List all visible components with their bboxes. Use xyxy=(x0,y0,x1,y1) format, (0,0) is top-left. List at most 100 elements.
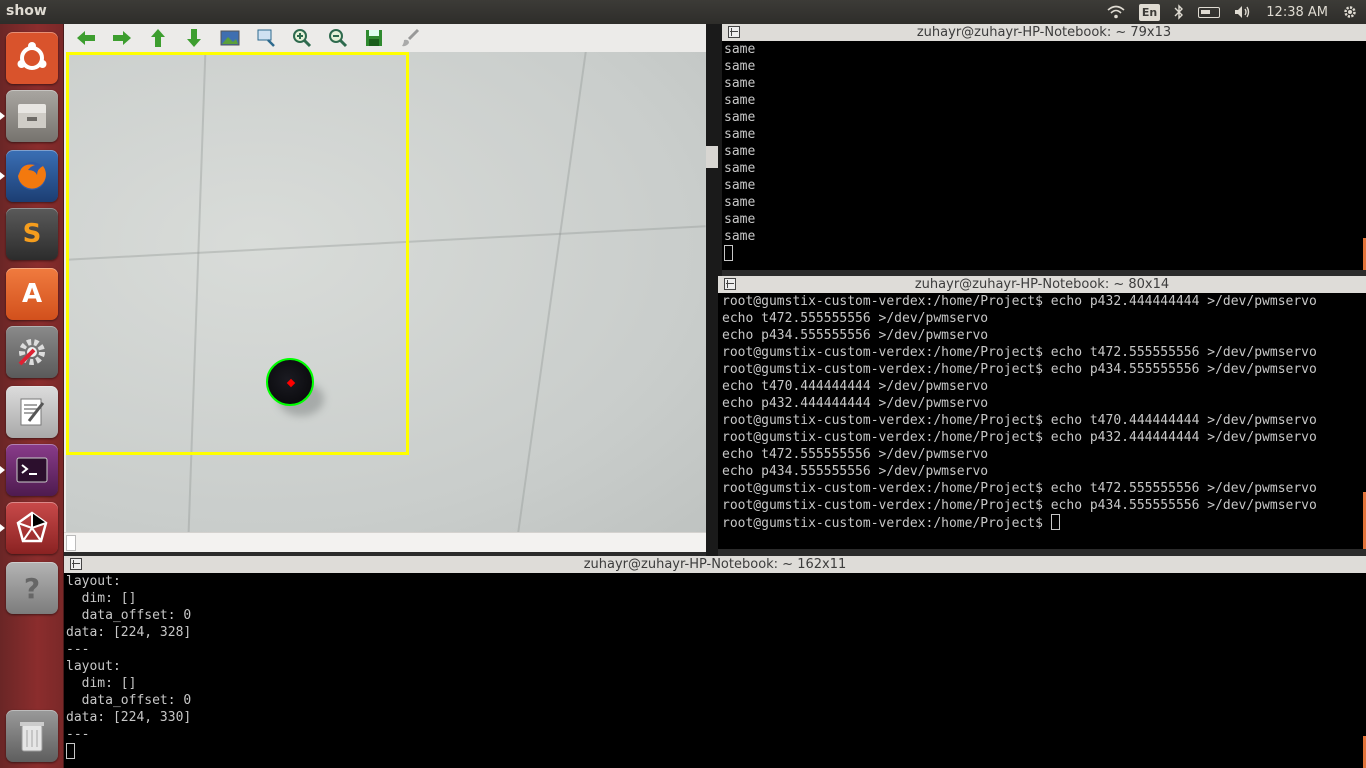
unity-launcher: S A ? xyxy=(0,24,64,768)
forward-arrow-icon[interactable] xyxy=(108,26,136,50)
terminal-1-output[interactable]: same same same same same same same same same same… xyxy=(722,41,1366,270)
terminal-line: same xyxy=(724,161,756,176)
terminal-line: echo t470.444444444 >/dev/pwmservo xyxy=(722,379,989,394)
running-indicator xyxy=(0,466,5,474)
terminal-line: layout: xyxy=(66,659,121,674)
terminal-window-1[interactable]: zuhayr@zuhayr-HP-Notebook: ~ 79x13 same s… xyxy=(722,24,1366,270)
wifi-icon[interactable] xyxy=(1107,3,1125,21)
terminal-line: echo p432.444444444 >/dev/pwmservo xyxy=(722,396,989,411)
terminal-line: data_offset: 0 xyxy=(66,693,192,708)
terminal-line: same xyxy=(724,195,756,210)
terminal-line: same xyxy=(724,110,756,125)
terminal-line: same xyxy=(724,212,756,227)
tracked-ball xyxy=(266,358,314,406)
terminal-line: same xyxy=(724,93,756,108)
active-app-title: show xyxy=(6,3,47,19)
text-editor-icon[interactable] xyxy=(6,386,58,438)
terminal-line: root@gumstix-custom-verdex:/home/Project… xyxy=(722,294,1317,309)
battery-icon[interactable] xyxy=(1198,3,1221,21)
window-menu-icon[interactable] xyxy=(70,558,82,570)
terminal-window-2[interactable]: zuhayr@zuhayr-HP-Notebook: ~ 80x14 root@… xyxy=(718,276,1366,549)
terminal-line: root@gumstix-custom-verdex:/home/Project… xyxy=(722,498,1317,513)
files-icon[interactable] xyxy=(6,90,58,142)
terminal-line: same xyxy=(724,59,756,74)
settings-gear-icon[interactable] xyxy=(1342,3,1358,21)
help-glyph: ? xyxy=(23,571,41,605)
terminal-line: dim: [] xyxy=(66,676,137,691)
terminal-line: echo p434.555555556 >/dev/pwmservo xyxy=(722,464,989,479)
back-arrow-icon[interactable] xyxy=(72,26,100,50)
window-menu-icon[interactable] xyxy=(724,278,736,290)
volume-icon[interactable] xyxy=(1234,3,1252,21)
window-edge xyxy=(706,146,718,168)
terminal-2-title: zuhayr@zuhayr-HP-Notebook: ~ 80x14 xyxy=(914,277,1170,292)
terminal-line: dim: [] xyxy=(66,591,137,606)
bluetooth-icon[interactable] xyxy=(1174,3,1184,21)
clock[interactable]: 12:38 AM xyxy=(1266,3,1328,21)
terminal-cursor xyxy=(1050,514,1060,530)
terminal-line: root@gumstix-custom-verdex:/home/Project… xyxy=(722,481,1317,496)
terminal-line: data_offset: 0 xyxy=(66,608,192,623)
keyboard-language-indicator[interactable]: En xyxy=(1138,3,1161,21)
terminal-line: --- xyxy=(66,727,90,742)
terminal-line: root@gumstix-custom-verdex:/home/Project… xyxy=(722,430,1317,445)
image-viewer-window xyxy=(64,24,706,552)
down-arrow-icon[interactable] xyxy=(180,26,208,50)
terminal-3-titlebar[interactable]: zuhayr@zuhayr-HP-Notebook: ~ 162x11 xyxy=(64,556,1366,573)
terminal-line: echo p434.555555556 >/dev/pwmservo xyxy=(722,328,989,343)
indicator-area: En 12:38 AM xyxy=(1107,0,1358,24)
terminal-cursor-line xyxy=(724,245,1366,263)
camera-image[interactable] xyxy=(66,52,706,532)
sublime-glyph: S xyxy=(22,219,42,249)
terminal-cursor-line xyxy=(66,743,1366,761)
terminal-line: echo t472.555555556 >/dev/pwmservo xyxy=(722,447,989,462)
software-center-glyph: A xyxy=(21,279,43,309)
terminal-3-title: zuhayr@zuhayr-HP-Notebook: ~ 162x11 xyxy=(583,557,847,572)
window-menu-icon[interactable] xyxy=(728,26,740,38)
help-icon[interactable]: ? xyxy=(6,562,58,614)
terminal-prompt: root@gumstix-custom-verdex:/home/Project… xyxy=(722,516,1051,531)
top-panel: show En 12:38 AM xyxy=(0,0,1366,24)
terminal-line: same xyxy=(724,229,756,244)
viewer-statusbar xyxy=(64,532,706,552)
firefox-icon[interactable] xyxy=(6,150,58,202)
zoom-fit-icon[interactable] xyxy=(252,26,280,50)
running-indicator xyxy=(0,172,5,180)
running-indicator xyxy=(0,524,5,532)
zoom-in-icon[interactable] xyxy=(288,26,316,50)
brush-icon[interactable] xyxy=(396,26,424,50)
floor-tile-seam xyxy=(517,52,587,532)
system-settings-icon[interactable] xyxy=(6,326,58,378)
ubuntu-dash-icon[interactable] xyxy=(6,32,58,84)
desktop-gap xyxy=(706,276,718,556)
terminal-2-output[interactable]: root@gumstix-custom-verdex:/home/Project… xyxy=(718,293,1366,549)
terminal-line: root@gumstix-custom-verdex:/home/Project… xyxy=(722,345,1317,360)
zoom-out-icon[interactable] xyxy=(324,26,352,50)
terminal-2-titlebar[interactable]: zuhayr@zuhayr-HP-Notebook: ~ 80x14 xyxy=(718,276,1366,293)
terminal-line: same xyxy=(724,127,756,142)
running-indicator xyxy=(0,112,5,120)
terminal-1-titlebar[interactable]: zuhayr@zuhayr-HP-Notebook: ~ 79x13 xyxy=(722,24,1366,41)
terminal-window-3[interactable]: zuhayr@zuhayr-HP-Notebook: ~ 162x11 layo… xyxy=(64,556,1366,768)
terminal-icon[interactable] xyxy=(6,444,58,496)
tracking-roi-box xyxy=(66,52,409,455)
terminal-line: root@gumstix-custom-verdex:/home/Project… xyxy=(722,413,1317,428)
trash-icon[interactable] xyxy=(6,710,58,762)
viewer-toolbar xyxy=(64,24,706,52)
terminal-line: root@gumstix-custom-verdex:/home/Project… xyxy=(722,362,1317,377)
terminal-line: same xyxy=(724,144,756,159)
network-app-icon[interactable] xyxy=(6,502,58,554)
sublime-text-icon[interactable]: S xyxy=(6,208,58,260)
terminal-line: layout: xyxy=(66,574,121,589)
status-field xyxy=(66,535,76,551)
up-arrow-icon[interactable] xyxy=(144,26,172,50)
image-icon[interactable] xyxy=(216,26,244,50)
terminal-line: --- xyxy=(66,642,90,657)
save-icon[interactable] xyxy=(360,26,388,50)
terminal-1-title: zuhayr@zuhayr-HP-Notebook: ~ 79x13 xyxy=(916,25,1172,40)
terminal-line: same xyxy=(724,42,756,57)
software-center-icon[interactable]: A xyxy=(6,268,58,320)
terminal-3-output[interactable]: layout: dim: [] data_offset: 0 data: [224… xyxy=(64,573,1366,768)
terminal-cursor xyxy=(66,743,75,759)
terminal-line: same xyxy=(724,76,756,91)
